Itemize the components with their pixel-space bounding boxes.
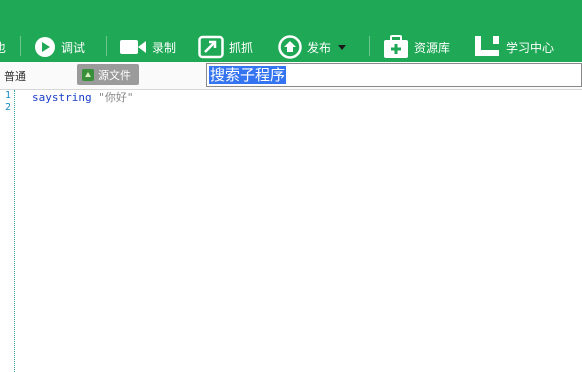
toolbar-separator (20, 36, 21, 56)
play-icon (35, 37, 55, 57)
publish-label: 发布 (307, 40, 332, 55)
source-file-icon (82, 68, 94, 81)
chevron-down-icon[interactable] (336, 42, 348, 52)
learning-center-icon (475, 36, 499, 56)
search-subroutine-input[interactable]: 搜索子程序 (206, 63, 582, 87)
code-command: saystring (32, 91, 92, 104)
toolbar-separator (106, 36, 107, 56)
resource-box-icon (384, 35, 408, 58)
record-button[interactable]: 录制 (119, 34, 176, 60)
resources-button[interactable]: 资源库 (383, 34, 450, 60)
record-label: 录制 (152, 40, 177, 55)
capture-icon (198, 35, 224, 59)
video-camera-icon (120, 40, 146, 54)
mode-label[interactable]: 普通 (4, 68, 26, 84)
publish-button[interactable]: 发布 (278, 34, 348, 60)
debug-button[interactable]: 调试 (34, 34, 85, 60)
source-tab-label: 源文件 (98, 68, 131, 82)
tab-source-file[interactable]: 源文件 (77, 64, 139, 85)
toolbar-item-partial[interactable]: 也 (0, 34, 6, 60)
toolbar-separator (369, 36, 370, 56)
line-number: 2 (5, 102, 12, 113)
code-gutter-divider (14, 90, 15, 372)
line-number: 1 (5, 90, 12, 101)
toolbar-partial-label: 也 (0, 40, 7, 55)
capture-button[interactable]: 抓抓 (198, 34, 253, 60)
publish-icon (278, 35, 302, 59)
resources-label: 资源库 (414, 40, 451, 55)
capture-label: 抓抓 (229, 40, 254, 55)
search-input-value: 搜索子程序 (209, 66, 287, 84)
learning-center-label: 学习中心 (506, 40, 555, 55)
code-line-1[interactable]: saystring "你好" (32, 89, 133, 105)
debug-label: 调试 (61, 40, 86, 55)
code-string-literal: "你好" (98, 91, 134, 104)
main-toolbar: 也 调试 录制 抓抓 发布 资源库 学习中心 (0, 0, 582, 62)
learning-center-button[interactable]: 学习中心 (473, 34, 554, 60)
